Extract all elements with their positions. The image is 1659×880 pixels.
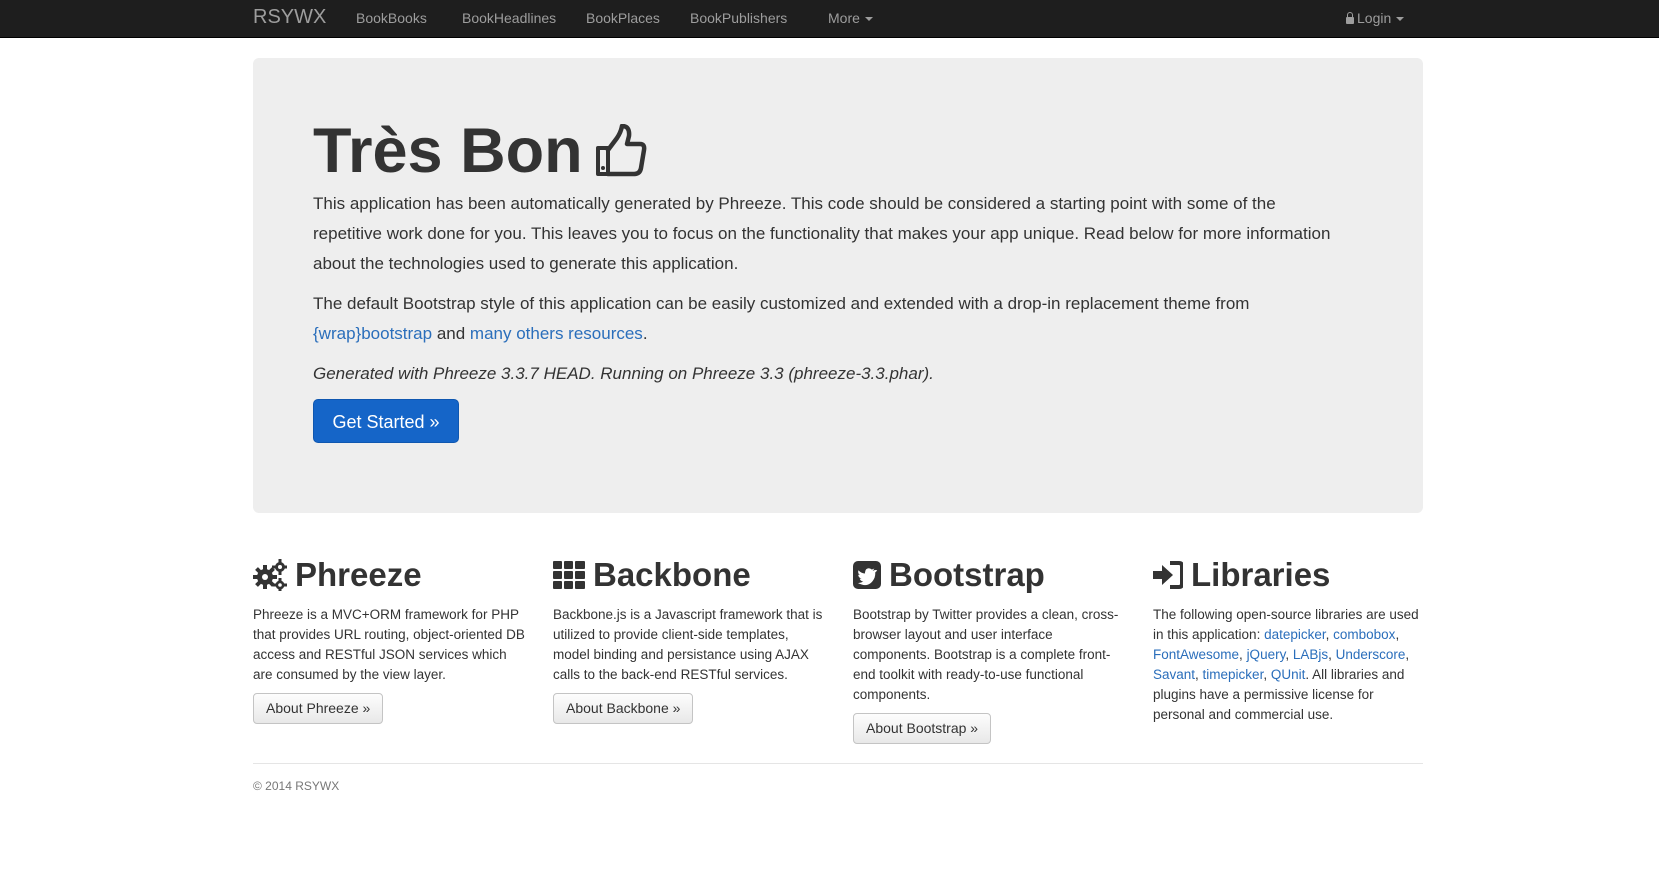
caret-down-icon	[864, 17, 873, 22]
library-separator: ,	[1405, 647, 1410, 662]
lock-icon	[1346, 12, 1354, 24]
th-grid-icon	[553, 561, 585, 589]
libraries-heading: Libraries	[1153, 555, 1428, 595]
hero-description: This application has been automatically …	[313, 194, 1331, 273]
cogs-icon	[253, 559, 287, 591]
other-resources-link[interactable]: many others resources	[470, 324, 643, 343]
bootstrap-column: Bootstrap Bootstrap by Twitter provides …	[853, 555, 1128, 744]
library-link-qunit[interactable]: QUnit	[1271, 667, 1306, 682]
backbone-title: Backbone	[593, 556, 751, 593]
wrapbootstrap-link[interactable]: {wrap}bootstrap	[313, 324, 432, 343]
theme-note-and: and	[432, 324, 470, 343]
library-link-labjs[interactable]: LABjs	[1293, 647, 1328, 662]
library-separator: ,	[1285, 647, 1293, 662]
phreeze-heading: Phreeze	[253, 555, 528, 595]
library-separator: ,	[1195, 667, 1203, 682]
backbone-description: Backbone.js is a Javascript framework th…	[553, 607, 823, 682]
library-separator: ,	[1325, 627, 1334, 642]
library-link-datepicker[interactable]: datepicker	[1264, 627, 1326, 642]
more-label: More	[828, 10, 860, 26]
library-separator: ,	[1239, 647, 1247, 662]
backbone-column: Backbone Backbone.js is a Javascript fra…	[553, 555, 828, 724]
about-bootstrap-button[interactable]: About Bootstrap »	[853, 713, 992, 744]
library-separator: ,	[1395, 627, 1400, 642]
hero-title: Très Bon	[313, 120, 647, 183]
twitter-square-icon	[853, 561, 881, 589]
bootstrap-description: Bootstrap by Twitter provides a clean, c…	[853, 607, 1119, 702]
nav-item-bookplaces[interactable]: BookPlaces	[586, 10, 660, 26]
libraries-column: Libraries The following open-source libr…	[1153, 555, 1428, 725]
about-phreeze-button[interactable]: About Phreeze »	[253, 693, 384, 724]
login-label: Login	[1357, 10, 1392, 26]
library-link-jquery[interactable]: jQuery	[1247, 647, 1286, 662]
libraries-title: Libraries	[1191, 556, 1331, 593]
backbone-heading: Backbone	[553, 555, 828, 595]
library-link-fontawesome[interactable]: FontAwesome	[1153, 647, 1239, 662]
library-separator: ,	[1328, 647, 1336, 662]
nav-item-bookheadlines[interactable]: BookHeadlines	[462, 10, 556, 26]
generated-note: Generated with Phreeze 3.3.7 HEAD. Runni…	[313, 364, 934, 383]
hero-theme-note: The default Bootstrap style of this appl…	[313, 289, 1343, 349]
phreeze-column: Phreeze Phreeze is a MVC+ORM framework f…	[253, 555, 528, 724]
phreeze-description: Phreeze is a MVC+ORM framework for PHP t…	[253, 607, 525, 682]
footer-copyright: © 2014 RSYWX	[253, 779, 340, 793]
library-link-savant[interactable]: Savant	[1153, 667, 1195, 682]
library-link-combobox[interactable]: combobox	[1333, 627, 1395, 642]
sign-in-icon	[1153, 561, 1183, 589]
brand-link[interactable]: RSYWX	[253, 6, 326, 29]
get-started-button[interactable]: Get Started »	[313, 399, 459, 443]
theme-note-end: .	[642, 324, 648, 343]
nav-item-bookbooks[interactable]: BookBooks	[356, 10, 427, 26]
phreeze-title: Phreeze	[295, 556, 422, 593]
more-dropdown[interactable]: More	[828, 10, 873, 26]
thumbs-up-icon	[595, 124, 646, 177]
nav-item-bookpublishers[interactable]: BookPublishers	[690, 10, 787, 26]
caret-down-icon	[1396, 17, 1405, 22]
bootstrap-heading: Bootstrap	[853, 555, 1128, 595]
hero-jumbotron: Très Bon This application has been autom…	[253, 58, 1423, 513]
libraries-description: The following open-source libraries are …	[1153, 605, 1428, 725]
bootstrap-title: Bootstrap	[889, 556, 1045, 593]
footer-divider	[253, 763, 1423, 764]
library-link-timepicker[interactable]: timepicker	[1203, 667, 1264, 682]
theme-note-text: The default Bootstrap style of this appl…	[313, 294, 1250, 313]
about-backbone-button[interactable]: About Backbone »	[553, 693, 694, 724]
library-link-underscore[interactable]: Underscore	[1336, 647, 1406, 662]
login-dropdown[interactable]: Login	[1346, 10, 1405, 26]
hero-title-text: Très Bon	[313, 116, 583, 186]
library-separator: ,	[1263, 667, 1271, 682]
top-navbar: RSYWX BookBooks BookHeadlines BookPlaces…	[0, 0, 1659, 38]
